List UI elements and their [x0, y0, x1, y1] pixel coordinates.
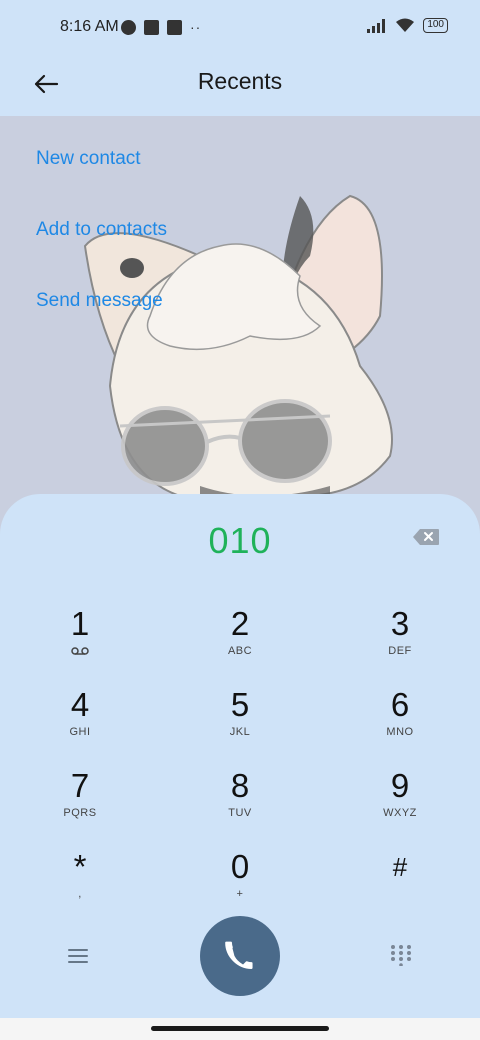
key-4[interactable]: 4 GHI — [20, 687, 140, 759]
home-gesture-handle[interactable] — [151, 1026, 329, 1031]
square-notification-icon — [144, 19, 159, 35]
app-notification-icon — [121, 19, 136, 35]
key-2[interactable]: 2 ABC — [180, 606, 300, 678]
keypad-grid-icon[interactable] — [390, 944, 412, 966]
status-bar: 8:16 AM ·· 100 — [0, 0, 480, 56]
battery-icon: 100 — [423, 18, 448, 33]
key-digit: 1 — [70, 605, 90, 642]
key-letters: WXYZ — [383, 807, 417, 819]
key-digit: 0 — [230, 848, 250, 885]
key-8[interactable]: 8 TUV — [180, 768, 300, 840]
key-digit: 7 — [70, 767, 90, 804]
key-digit: 2 — [230, 605, 250, 642]
header: Recents — [0, 56, 480, 116]
key-digit: # — [392, 852, 408, 882]
key-digit: 5 — [230, 686, 250, 723]
key-star[interactable]: * , — [20, 849, 140, 921]
wifi-icon — [396, 18, 415, 32]
dial-panel: 010 1 2 ABC 3 DEF 4 GHI 5 JKL 6 MNO 7 PQ… — [0, 494, 480, 1040]
key-digit: 9 — [390, 767, 410, 804]
upload-notification-icon — [167, 19, 182, 35]
key-5[interactable]: 5 JKL — [180, 687, 300, 759]
call-button[interactable] — [200, 916, 280, 996]
key-letters: PQRS — [63, 807, 97, 819]
key-1[interactable]: 1 — [20, 606, 140, 678]
key-3[interactable]: 3 DEF — [340, 606, 460, 678]
wallpaper-illustration — [83, 194, 393, 536]
page-title: Recents — [197, 68, 283, 94]
key-digit: 8 — [230, 767, 250, 804]
key-letters: GHI — [69, 726, 91, 738]
key-letters: MNO — [386, 726, 414, 738]
key-letters: , — [78, 888, 82, 900]
dialed-number: 010 — [208, 520, 272, 561]
key-0[interactable]: 0 + — [180, 849, 300, 921]
key-digit: 6 — [390, 686, 410, 723]
key-letters: ABC — [227, 645, 253, 657]
key-9[interactable]: 9 WXYZ — [340, 768, 460, 840]
send-message-link[interactable]: Send message — [36, 290, 163, 312]
key-hash[interactable]: # — [340, 849, 460, 921]
add-to-contacts-link[interactable]: Add to contacts — [36, 219, 167, 241]
key-digit: * — [73, 848, 87, 885]
navigation-bar — [0, 1018, 480, 1040]
key-letters: JKL — [229, 726, 251, 738]
notification-icons: ·· — [121, 19, 201, 35]
system-icons: 100 — [367, 18, 448, 33]
key-letters: DEF — [388, 645, 412, 657]
more-notifications-icon: ·· — [190, 19, 202, 35]
status-time: 8:16 AM — [60, 18, 119, 35]
key-letters: TUV — [228, 807, 252, 819]
phone-icon — [225, 941, 253, 969]
menu-icon[interactable] — [66, 944, 90, 968]
key-letters: + — [236, 888, 244, 900]
wallpaper-area: New contact Add to contacts Send message — [0, 116, 480, 536]
new-contact-link[interactable]: New contact — [36, 148, 141, 170]
key-digit: 3 — [390, 605, 410, 642]
key-digit: 4 — [70, 686, 90, 723]
key-7[interactable]: 7 PQRS — [20, 768, 140, 840]
voicemail-icon — [71, 647, 89, 655]
key-6[interactable]: 6 MNO — [340, 687, 460, 759]
backspace-icon[interactable] — [412, 528, 440, 546]
signal-icon — [367, 18, 386, 33]
